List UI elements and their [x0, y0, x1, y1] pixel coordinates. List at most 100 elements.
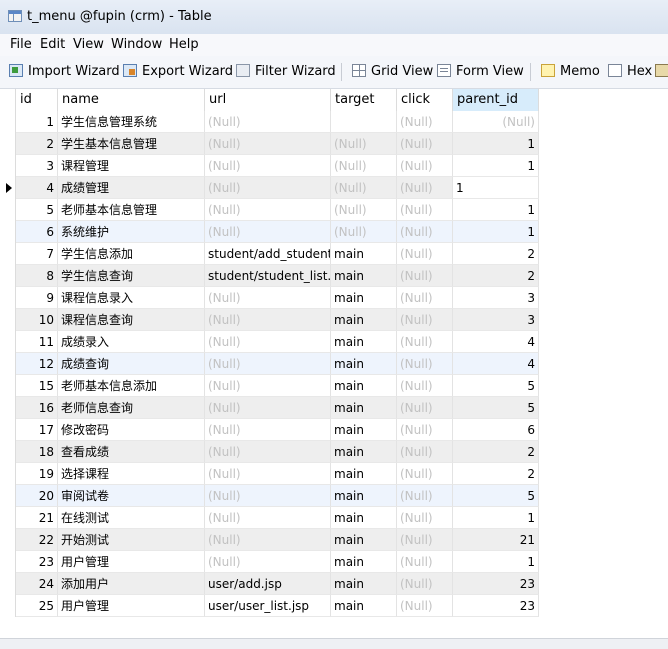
table-row[interactable]: 18 查看成绩 (Null) main (Null) 2 [0, 441, 539, 463]
table-row[interactable]: 17 修改密码 (Null) main (Null) 6 [0, 419, 539, 441]
row-indicator[interactable] [0, 463, 16, 485]
cell-click[interactable]: (Null) [397, 419, 453, 441]
table-row[interactable]: 8 学生信息查询 student/student_list.js main (Null)… [0, 265, 539, 287]
cell-parent-id[interactable]: 1 [453, 551, 539, 573]
cell-click[interactable]: (Null) [397, 155, 453, 177]
cell-url[interactable]: (Null) [205, 155, 331, 177]
table-row[interactable]: 12 成绩查询 (Null) main (Null) 4 [0, 353, 539, 375]
cell-parent-id[interactable]: 1 [453, 177, 539, 199]
cell-parent-id[interactable]: 23 [453, 595, 539, 617]
cell-target[interactable]: (Null) [331, 199, 397, 221]
table-row[interactable]: 22 开始测试 (Null) main (Null) 21 [0, 529, 539, 551]
cell-target[interactable]: main [331, 529, 397, 551]
cell-id[interactable]: 19 [16, 463, 58, 485]
cell-click[interactable]: (Null) [397, 353, 453, 375]
row-indicator[interactable] [0, 529, 16, 551]
cell-click[interactable]: (Null) [397, 441, 453, 463]
cell-name[interactable]: 选择课程 [58, 463, 205, 485]
cell-url[interactable]: student/add_student. [205, 243, 331, 265]
row-indicator[interactable] [0, 111, 16, 133]
cell-target[interactable]: main [331, 463, 397, 485]
cell-name[interactable]: 课程管理 [58, 155, 205, 177]
memo-button[interactable]: Memo [541, 63, 600, 81]
cell-id[interactable]: 17 [16, 419, 58, 441]
cell-id[interactable]: 16 [16, 397, 58, 419]
cell-url[interactable]: (Null) [205, 199, 331, 221]
table-row[interactable]: 1 学生信息管理系统 (Null) (Null) (Null) [0, 111, 539, 133]
cell-parent-id[interactable]: 1 [453, 155, 539, 177]
menu-edit[interactable]: Edit [40, 37, 65, 52]
cell-parent-id[interactable]: 2 [453, 243, 539, 265]
cell-click[interactable]: (Null) [397, 221, 453, 243]
cell-click[interactable]: (Null) [397, 529, 453, 551]
cell-parent-id[interactable]: 4 [453, 331, 539, 353]
row-indicator[interactable] [0, 309, 16, 331]
cell-name[interactable]: 开始测试 [58, 529, 205, 551]
cell-id[interactable]: 1 [16, 111, 58, 133]
table-row[interactable]: 10 课程信息查询 (Null) main (Null) 3 [0, 309, 539, 331]
row-indicator[interactable] [0, 265, 16, 287]
menu-window[interactable]: Window [111, 37, 162, 52]
table-row[interactable]: 20 审阅试卷 (Null) main (Null) 5 [0, 485, 539, 507]
cell-target[interactable]: main [331, 243, 397, 265]
cell-parent-id[interactable]: 5 [453, 375, 539, 397]
table-row[interactable]: 7 学生信息添加 student/add_student. main (Null) 2 [0, 243, 539, 265]
cell-name[interactable]: 学生基本信息管理 [58, 133, 205, 155]
table-row[interactable]: 19 选择课程 (Null) main (Null) 2 [0, 463, 539, 485]
cell-url[interactable]: (Null) [205, 331, 331, 353]
row-indicator[interactable] [0, 441, 16, 463]
cell-target[interactable]: main [331, 287, 397, 309]
cell-id[interactable]: 2 [16, 133, 58, 155]
cell-click[interactable]: (Null) [397, 375, 453, 397]
table-row[interactable]: 2 学生基本信息管理 (Null) (Null) (Null) 1 [0, 133, 539, 155]
cell-url[interactable]: student/student_list.js [205, 265, 331, 287]
menu-help[interactable]: Help [169, 37, 199, 52]
cell-name[interactable]: 老师基本信息添加 [58, 375, 205, 397]
cell-id[interactable]: 12 [16, 353, 58, 375]
cell-parent-id[interactable]: (Null) [453, 111, 539, 133]
cell-id[interactable]: 20 [16, 485, 58, 507]
cell-name[interactable]: 课程信息录入 [58, 287, 205, 309]
cell-parent-id[interactable]: 5 [453, 397, 539, 419]
cell-target[interactable]: (Null) [331, 133, 397, 155]
cell-url[interactable]: (Null) [205, 551, 331, 573]
cell-id[interactable]: 23 [16, 551, 58, 573]
hex-button[interactable]: Hex [608, 63, 652, 81]
cell-url[interactable]: (Null) [205, 111, 331, 133]
cell-click[interactable]: (Null) [397, 287, 453, 309]
cell-parent-id[interactable]: 1 [453, 199, 539, 221]
cell-parent-id[interactable]: 3 [453, 309, 539, 331]
cell-target[interactable]: main [331, 595, 397, 617]
cell-click[interactable]: (Null) [397, 551, 453, 573]
row-indicator[interactable] [0, 243, 16, 265]
cell-target[interactable]: main [331, 419, 397, 441]
table-row[interactable]: 24 添加用户 user/add.jsp main (Null) 23 [0, 573, 539, 595]
cell-click[interactable]: (Null) [397, 397, 453, 419]
table-row[interactable]: 3 课程管理 (Null) (Null) (Null) 1 [0, 155, 539, 177]
cell-id[interactable]: 21 [16, 507, 58, 529]
filter-wizard-button[interactable]: Filter Wizard [236, 63, 336, 81]
cell-name[interactable]: 老师信息查询 [58, 397, 205, 419]
row-indicator[interactable] [0, 133, 16, 155]
cell-click[interactable]: (Null) [397, 309, 453, 331]
cell-url[interactable]: (Null) [205, 463, 331, 485]
table-row[interactable]: 4 成绩管理 (Null) (Null) (Null) 1 [0, 177, 539, 199]
cell-name[interactable]: 系统维护 [58, 221, 205, 243]
cell-target[interactable]: main [331, 397, 397, 419]
cell-id[interactable]: 10 [16, 309, 58, 331]
import-wizard-button[interactable]: Import Wizard [9, 63, 120, 81]
cell-url[interactable]: (Null) [205, 397, 331, 419]
cell-url[interactable]: user/add.jsp [205, 573, 331, 595]
cell-click[interactable]: (Null) [397, 111, 453, 133]
cell-id[interactable]: 18 [16, 441, 58, 463]
cell-click[interactable]: (Null) [397, 331, 453, 353]
cell-target[interactable]: main [331, 573, 397, 595]
cell-click[interactable]: (Null) [397, 265, 453, 287]
cell-click[interactable]: (Null) [397, 595, 453, 617]
table-row[interactable]: 5 老师基本信息管理 (Null) (Null) (Null) 1 [0, 199, 539, 221]
row-indicator[interactable] [0, 573, 16, 595]
cell-click[interactable]: (Null) [397, 485, 453, 507]
column-header-url[interactable]: url [205, 89, 331, 111]
cell-name[interactable]: 课程信息查询 [58, 309, 205, 331]
row-indicator[interactable] [0, 331, 16, 353]
